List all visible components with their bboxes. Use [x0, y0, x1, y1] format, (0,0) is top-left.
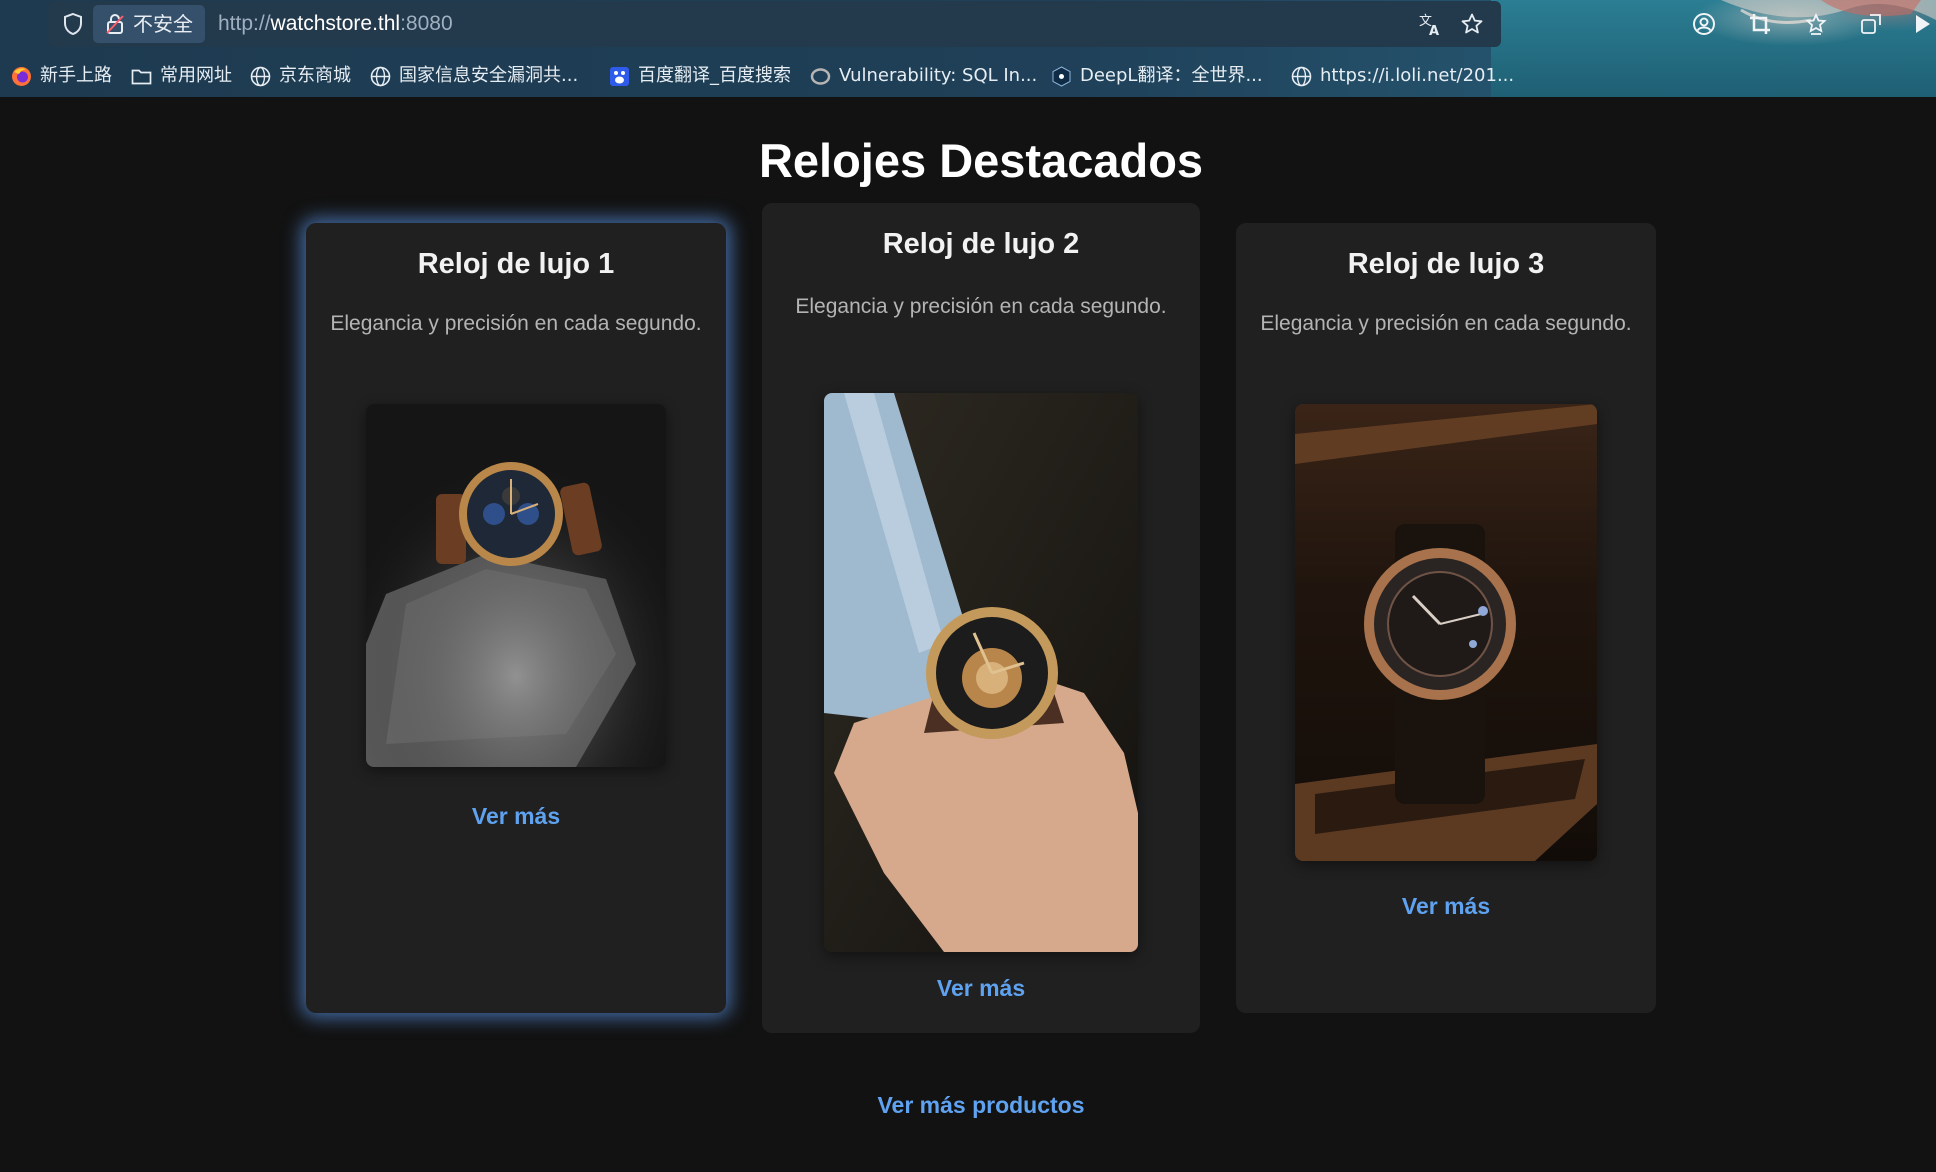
screenshot-crop-icon[interactable] — [1748, 12, 1772, 36]
url-host: watchstore.thl — [270, 12, 401, 35]
see-more-link[interactable]: Ver más — [762, 975, 1200, 1002]
insecure-label: 不安全 — [133, 12, 193, 36]
translate-icon[interactable]: 文 A — [1418, 12, 1442, 36]
watch-in-box-image — [1295, 404, 1597, 861]
watch-on-rock-image — [366, 404, 666, 767]
card-description: Elegancia y precisión en cada segundo. — [330, 312, 702, 335]
shield-icon[interactable] — [62, 12, 84, 36]
card-description: Elegancia y precisión en cada segundo. — [795, 295, 1167, 318]
see-more-link[interactable]: Ver más — [1236, 893, 1656, 920]
watch-photo — [824, 393, 1138, 952]
bookmark-label: 百度翻译_百度搜索 — [638, 65, 791, 86]
address-bar[interactable]: 不安全 http://watchstore.thl:8080 文 A — [48, 1, 1501, 47]
url-scheme: http:// — [218, 12, 271, 35]
browser-toolbar: 不安全 http://watchstore.thl:8080 文 A 新手上路 … — [0, 0, 1936, 97]
watch-on-wrist-image — [824, 393, 1138, 952]
card-title: Reloj de lujo 3 — [1347, 248, 1545, 280]
bookmark-label: DeepL翻译：全世界... — [1080, 65, 1263, 86]
globe-icon — [1291, 66, 1312, 87]
card-title: Reloj de lujo 2 — [882, 228, 1080, 260]
bookmark-label: 新手上路 — [40, 65, 112, 86]
insecure-connection-badge[interactable]: 不安全 — [93, 5, 205, 43]
dvwa-icon — [810, 68, 831, 85]
see-more-products-link[interactable]: Ver más productos — [0, 1092, 1936, 1119]
account-icon[interactable] — [1692, 12, 1716, 36]
bookmark-label: https://i.loli.net/201... — [1320, 65, 1515, 86]
bookmark-label: 国家信息安全漏洞共... — [399, 65, 579, 86]
bookmarks-bar: 新手上路 常用网址 京东商城 国家信息安全漏洞共... 百度翻译_百度搜索 Vu… — [0, 56, 1520, 96]
svg-text:A: A — [1429, 24, 1439, 36]
watch-photo — [1295, 404, 1597, 861]
overflow-arrow-icon[interactable] — [1912, 12, 1936, 36]
page-content: Relojes Destacados Reloj de lujo 1 Elega… — [0, 97, 1936, 1172]
card-title: Reloj de lujo 1 — [417, 248, 615, 280]
bookmark-label: 京东商城 — [279, 65, 351, 86]
product-card[interactable]: Reloj de lujo 3 Elegancia y precisión en… — [1236, 223, 1656, 1013]
card-description: Elegancia y precisión en cada segundo. — [1260, 312, 1632, 335]
globe-icon — [250, 66, 271, 87]
watch-photo — [366, 404, 666, 767]
bookmark-star-icon[interactable] — [1460, 12, 1484, 36]
collections-star-icon[interactable] — [1804, 12, 1828, 36]
folder-icon — [131, 69, 152, 85]
product-card[interactable]: Reloj de lujo 2 Elegancia y precisión en… — [762, 203, 1200, 1033]
bookmark-label: 常用网址 — [160, 65, 232, 86]
page-title: Relojes Destacados — [758, 134, 1204, 187]
bookmark-label: Vulnerability: SQL In... — [839, 65, 1038, 86]
see-more-link[interactable]: Ver más — [306, 803, 726, 830]
url-port: :8080 — [400, 12, 453, 35]
firefox-icon — [12, 67, 31, 86]
url-text[interactable]: http://watchstore.thl:8080 — [218, 1, 453, 47]
globe-icon — [370, 66, 391, 87]
extensions-icon[interactable] — [1859, 12, 1883, 36]
baidu-icon — [610, 67, 629, 86]
deepl-icon — [1052, 66, 1071, 87]
insecure-lock-icon — [106, 14, 124, 34]
product-card[interactable]: Reloj de lujo 1 Elegancia y precisión en… — [306, 223, 726, 1013]
